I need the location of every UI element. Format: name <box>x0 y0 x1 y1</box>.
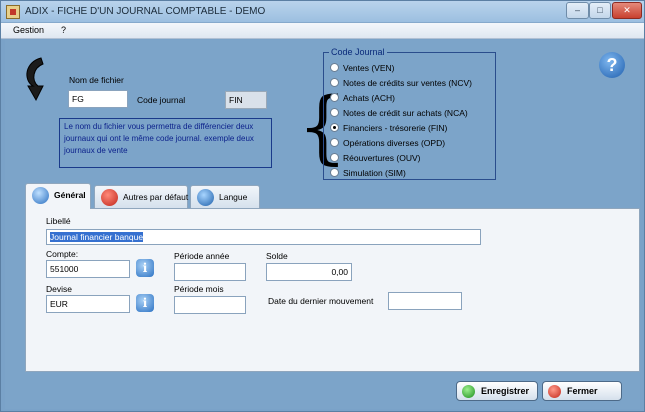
menu-bar: Gestion ? <box>1 23 644 39</box>
nom-fichier-label: Nom de fichier <box>69 75 124 85</box>
help-icon[interactable]: ? <box>599 52 625 78</box>
devise-label: Devise <box>46 284 72 294</box>
dernier-mouvement-field[interactable] <box>388 292 462 310</box>
radio-button[interactable] <box>330 153 339 162</box>
maximize-button[interactable]: □ <box>589 2 611 19</box>
compte-label: Compte: <box>46 249 79 259</box>
title-bar: ADIX - FICHE D'UN JOURNAL COMPTABLE - DE… <box>1 1 644 23</box>
code-journal-label: Code journal <box>137 95 186 105</box>
curved-arrow-icon <box>26 57 44 102</box>
radio-option-ncv[interactable]: Notes de crédits sur ventes (NCV) <box>330 78 472 91</box>
compte-field[interactable]: 551000 <box>46 260 130 278</box>
devise-field[interactable]: EUR <box>46 295 130 313</box>
radio-option-opd[interactable]: Opérations diverses (OPD) <box>330 138 445 151</box>
radio-option-nca[interactable]: Notes de crédit sur achats (NCA) <box>330 108 468 121</box>
periode-mois-label: Période mois <box>174 284 224 294</box>
radio-button[interactable] <box>330 138 339 147</box>
close-window-button[interactable]: ✕ <box>612 2 642 19</box>
solde-label: Solde <box>266 251 288 261</box>
dernier-mouvement-label: Date du dernier mouvement <box>268 296 374 306</box>
close-button[interactable]: Fermer <box>542 381 622 401</box>
tab-langue[interactable]: Langue <box>190 185 260 209</box>
libelle-value: Journal financier banque <box>50 232 144 242</box>
window-title: ADIX - FICHE D'UN JOURNAL COMPTABLE - DE… <box>25 6 266 17</box>
radio-button-selected[interactable] <box>330 123 339 132</box>
app-window: ADIX - FICHE D'UN JOURNAL COMPTABLE - DE… <box>0 0 645 412</box>
nom-fichier-field[interactable]: FG <box>68 90 128 108</box>
periode-mois-field[interactable] <box>174 296 246 314</box>
general-tab-panel: Libellé Journal financier banque Compte:… <box>25 208 640 372</box>
radio-button[interactable] <box>330 78 339 87</box>
radio-option-ven[interactable]: Ventes (VEN) <box>330 63 395 76</box>
radio-option-ach[interactable]: Achats (ACH) <box>330 93 395 106</box>
code-journal-field: FIN <box>225 91 267 109</box>
red-dot-icon <box>548 385 561 398</box>
libelle-field[interactable]: Journal financier banque <box>46 229 481 245</box>
periode-annee-field[interactable] <box>174 263 246 281</box>
radio-option-fin[interactable]: Financiers - trésorerie (FIN) <box>330 123 447 136</box>
info-icon <box>32 187 49 204</box>
app-icon <box>6 5 20 19</box>
form-area: ? Nom de fichier FG Code journal FIN Le … <box>5 40 640 409</box>
globe-icon <box>197 189 214 206</box>
radio-button[interactable] <box>330 93 339 102</box>
save-button[interactable]: Enregistrer <box>456 381 538 401</box>
code-journal-group: Code Journal Ventes (VEN) Notes de crédi… <box>323 47 496 181</box>
radio-button[interactable] <box>330 168 339 177</box>
radio-button[interactable] <box>330 108 339 117</box>
devise-info-button[interactable]: i <box>136 294 154 312</box>
radio-button[interactable] <box>330 63 339 72</box>
info-message: Le nom du fichier vous permettra de diff… <box>59 118 272 168</box>
radio-option-ouv[interactable]: Réouvertures (OUV) <box>330 153 420 166</box>
solde-field[interactable]: 0,00 <box>266 263 352 281</box>
menu-gestion[interactable]: Gestion <box>13 25 44 35</box>
green-dot-icon <box>462 385 475 398</box>
compte-info-button[interactable]: i <box>136 259 154 277</box>
tab-autres-par-defaut[interactable]: Autres par défaut <box>94 185 188 209</box>
radio-option-sim[interactable]: Simulation (SIM) <box>330 168 406 181</box>
tab-general[interactable]: Général <box>25 183 91 209</box>
periode-annee-label: Période année <box>174 251 230 261</box>
libelle-label: Libellé <box>46 216 71 226</box>
menu-help[interactable]: ? <box>61 25 66 35</box>
close-circle-icon <box>101 189 118 206</box>
minimize-button[interactable]: – <box>566 2 589 19</box>
code-journal-legend: Code Journal <box>329 47 387 57</box>
